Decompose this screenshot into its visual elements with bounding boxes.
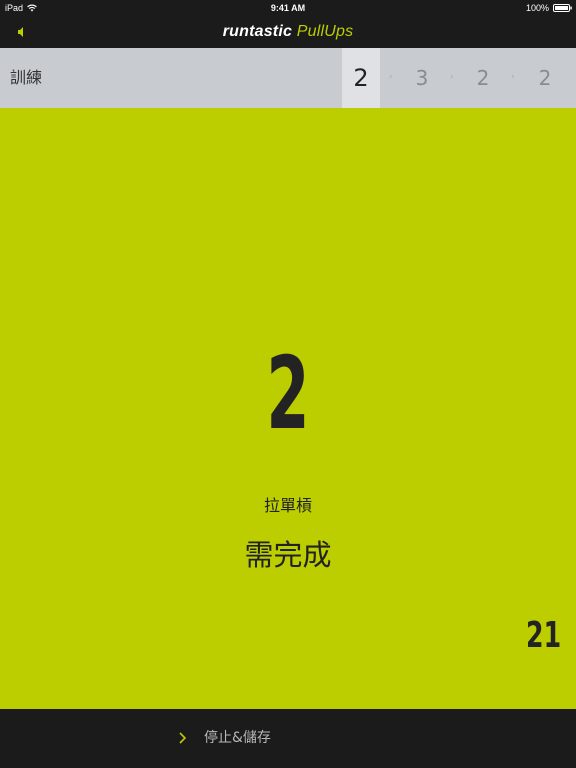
set-item: 2 <box>476 66 490 90</box>
set-item: 3 <box>415 66 429 90</box>
current-reps-count: 2 <box>266 335 310 452</box>
chevron-right-icon: › <box>389 72 393 82</box>
exercise-name: 拉單槓 <box>263 496 312 515</box>
app-logo: runtastic PullUps <box>0 16 576 48</box>
chevron-right-icon: › <box>511 72 515 82</box>
clock: 9:41 AM <box>270 3 306 13</box>
sets-progress-bar: 訓練 2 › 3 › 2 › 2 <box>0 48 576 108</box>
chevron-right-icon: › <box>450 72 454 82</box>
logo-product: PullUps <box>296 23 354 40</box>
status-bar: iPad 9:41 AM 100% <box>0 0 576 16</box>
battery-percentage: 100% <box>525 3 549 13</box>
set-item-active: 2 <box>342 48 380 108</box>
chevron-right-icon <box>179 732 187 744</box>
set-item: 2 <box>538 66 552 90</box>
logo-brand: runtastic <box>222 23 293 40</box>
bottom-bar: 停止&儲存 <box>0 709 576 768</box>
workout-status: 需完成 <box>244 538 332 572</box>
stop-and-save-button[interactable]: 停止&儲存 <box>170 709 406 768</box>
total-reps-count: 21 <box>525 615 561 656</box>
training-label: 訓練 <box>10 68 43 87</box>
battery-icon <box>553 4 572 12</box>
navigation-bar: runtastic PullUps <box>0 16 576 48</box>
stop-and-save-label: 停止&儲存 <box>204 730 271 746</box>
workout-main-area[interactable]: 2 拉單槓 需完成 21 <box>0 108 576 709</box>
pullups-workout-screen: iPad 9:41 AM 100% runtastic PullUps 訓練 2… <box>0 0 576 768</box>
